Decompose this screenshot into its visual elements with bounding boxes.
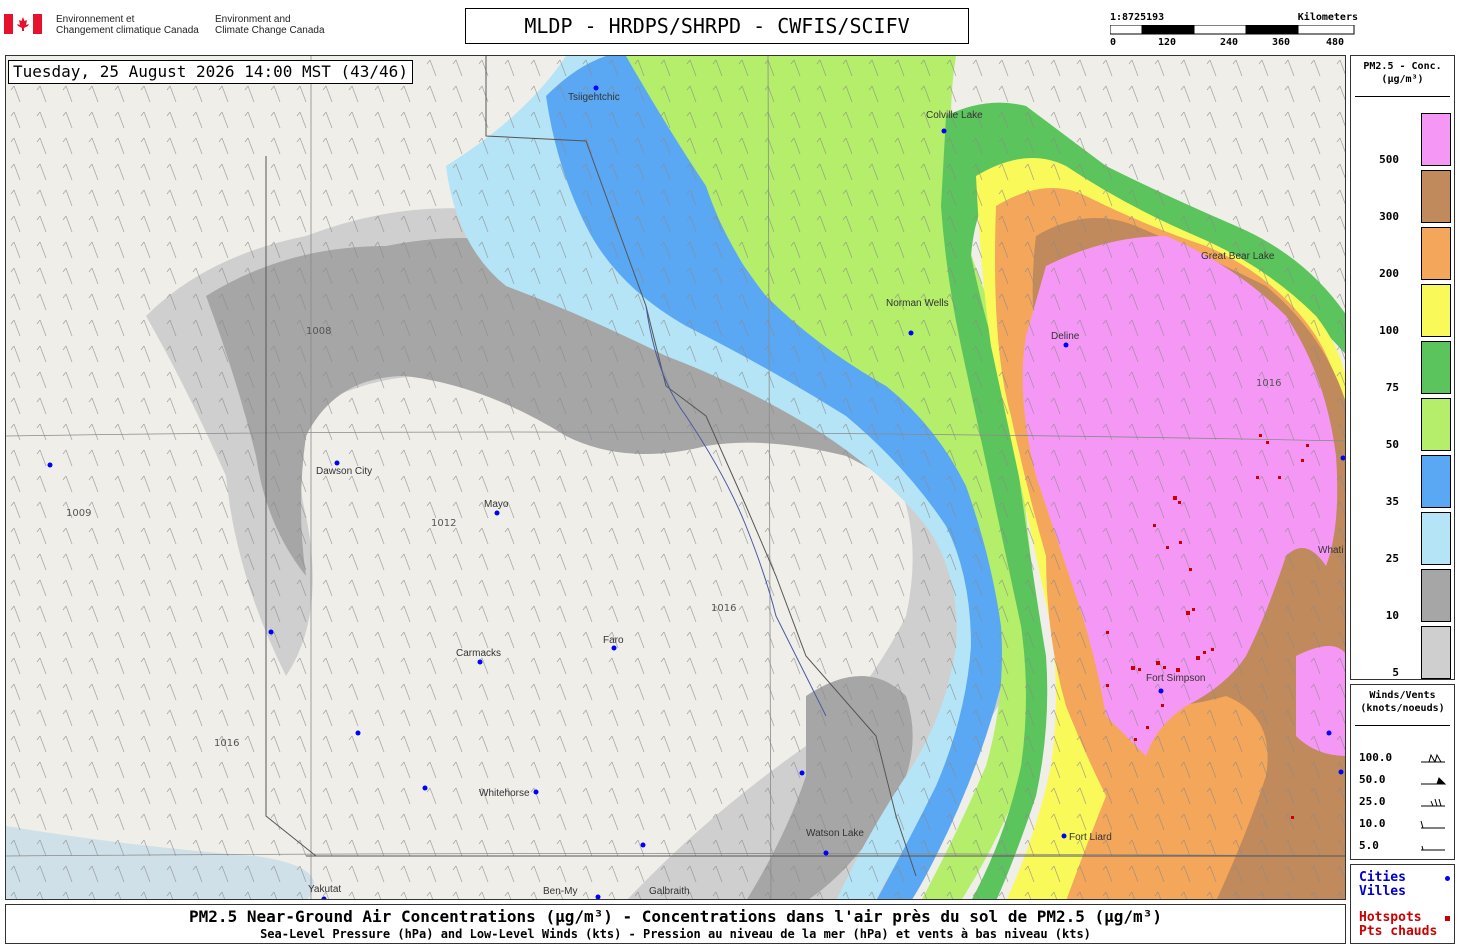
city-label: Whati [1318,545,1344,556]
legend-swatch [1421,569,1451,622]
winds-title: Winds/Vents [1369,690,1436,701]
scale-tick: 360 [1272,37,1291,48]
winds-legend: Winds/Vents (knots/noeuds) 100.0 50.0 25… [1350,684,1455,860]
wind-speed-label: 10.0 [1359,817,1386,830]
isobar-label: 1016 [711,603,736,614]
agency-en-line2: Climate Change Canada [215,25,325,36]
legend-divider [1355,96,1450,97]
legend-tick-label: 25 [1385,552,1399,565]
isobar-label: 1012 [431,518,456,529]
isobar-label: 1016 [1256,378,1281,389]
city-label: Ben-My [543,886,577,897]
city-label: Carmacks [456,648,501,659]
city-label: Tsiigehtchic [568,92,620,103]
scale-bar: 1:8725193 Kilometers 0 120 240 360 480 [1108,10,1358,50]
hotspot-square-icon [1445,916,1450,921]
caption-subtitle: Sea-Level Pressure (hPa) and Low-Level W… [260,927,1091,941]
wind-barb-icons [1420,753,1447,851]
marker-legend: Cities Villes Hotspots Pts chauds [1350,864,1455,944]
city-label: Dawson City [316,466,372,477]
winds-divider [1355,725,1450,726]
scale-tick: 480 [1326,37,1345,48]
scale-ratio: 1:8725193 [1110,12,1165,23]
villes-label: Villes [1359,884,1406,899]
legend-tick-label: 35 [1385,495,1399,508]
city-label: Fort Liard [1069,832,1112,843]
legend-tick-label: 50 [1385,438,1399,451]
city-label: Mayo [484,499,509,510]
concentration-legend: PM2.5 - Conc. (µg/m³) 500 300 200 100 75 50 35… [1350,55,1455,680]
scale-bar-graphic [1110,25,1355,35]
city-dot-icon [1445,876,1450,881]
legend-swatch [1421,113,1451,166]
agency-fr-line2: Changement climatique Canada [56,25,199,36]
legend-swatch [1421,341,1451,394]
legend-tick-label: 10 [1385,609,1399,622]
city-label: Norman Wells [886,298,949,309]
agency-signature: Environnement et Changement climatique C… [4,10,334,44]
hotspots-label: Hotspots [1359,910,1422,925]
agency-fr-line1: Environnement et [56,14,135,25]
cities-label: Cities [1359,870,1406,885]
scale-tick: 240 [1220,37,1239,48]
city-label: Watson Lake [806,828,864,839]
scale-tick: 120 [1158,37,1177,48]
city-label: Yakutat [308,884,341,895]
canada-flag-icon [4,14,42,34]
legend-units: (µg/m³) [1381,74,1424,85]
legend-swatch [1421,512,1451,565]
wind-speed-label: 100.0 [1359,751,1393,764]
map-caption: PM2.5 Near-Ground Air Concentrations (µg… [5,904,1346,944]
city-label: Whitehorse [479,788,530,799]
scale-unit: Kilometers [1297,12,1358,23]
city-label: Galbraith [649,886,690,897]
concentration-map[interactable]: 1008 1012 1016 1009 1016 1016 Tsiigehtch… [5,55,1346,900]
agency-en-line1: Environment and [215,14,291,25]
city-label: Great Bear Lake [1201,251,1275,262]
legend-tick-label: 200 [1379,267,1399,280]
isobar-label: 1009 [66,508,91,519]
legend-tick-label: 75 [1385,381,1399,394]
legend-swatch [1421,284,1451,337]
legend-swatch [1421,170,1451,223]
winds-units: (knots/noeuds) [1360,703,1445,714]
city-label: Faro [603,635,624,646]
legend-swatch [1421,227,1451,280]
legend-tick-label: 5 [1392,666,1399,679]
page-title: MLDP - HRDPS/SHRPD - CWFIS/SCIFV [465,8,969,44]
legend-tick-label: 100 [1379,324,1399,337]
wind-speed-label: 5.0 [1359,839,1379,852]
pts-chauds-label: Pts chauds [1359,924,1438,939]
timestamp: Tuesday, 25 August 2026 14:00 MST (43/46… [8,60,413,84]
wind-speed-label: 25.0 [1359,795,1386,808]
scale-tick: 0 [1110,37,1117,48]
city-label: Colville Lake [926,110,983,121]
wind-speed-label: 50.0 [1359,773,1386,786]
legend-tick-label: 500 [1379,153,1399,166]
legend-title: PM2.5 - Conc. [1363,61,1442,72]
city-label: Fort Simpson [1146,673,1205,684]
city-label: Deline [1051,331,1080,342]
legend-tick-label: 300 [1379,210,1399,223]
isobar-label: 1008 [306,326,331,337]
legend-swatch [1421,398,1451,451]
map-graphic: 1008 1012 1016 1009 1016 1016 Tsiigehtch… [6,56,1345,899]
isobar-label: 1016 [214,738,239,749]
legend-swatch [1421,626,1451,679]
legend-swatch [1421,455,1451,508]
caption-title: PM2.5 Near-Ground Air Concentrations (µg… [189,907,1162,926]
